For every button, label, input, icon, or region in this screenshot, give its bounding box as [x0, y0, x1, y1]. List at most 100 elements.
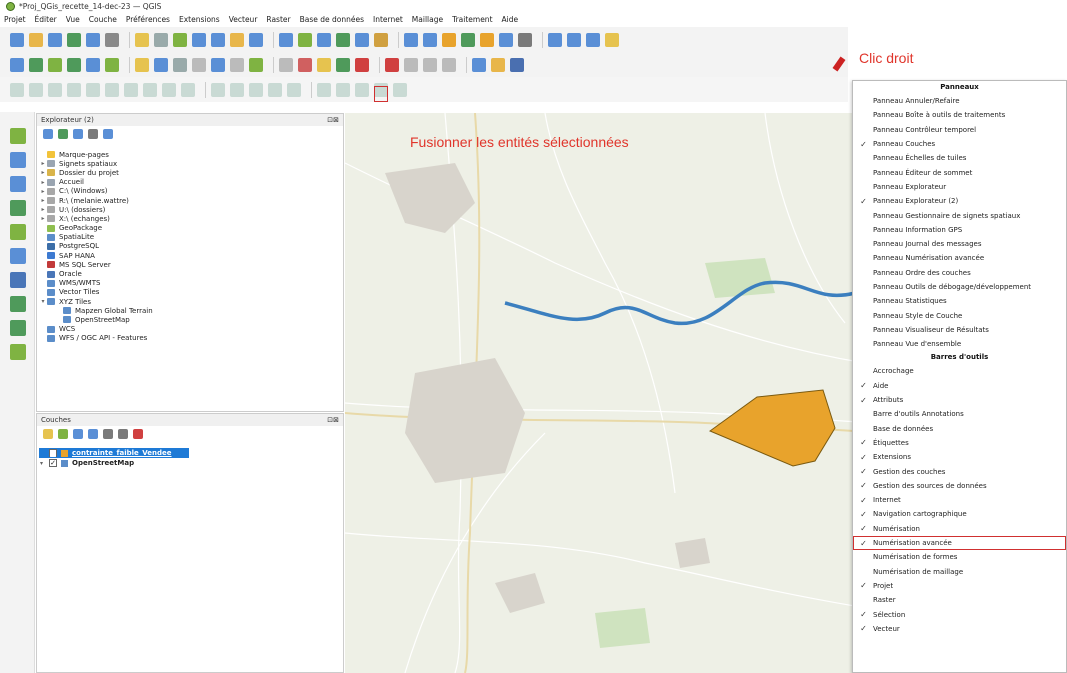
menu-item-5[interactable]: Extensions: [179, 15, 220, 24]
toolbar-button-icon[interactable]: [86, 32, 100, 47]
menu-item-10[interactable]: Maillage: [412, 15, 443, 24]
expand-arrow-icon[interactable]: ▸: [39, 215, 47, 222]
browser-item[interactable]: Oracle: [39, 269, 329, 278]
toolbar-button-icon[interactable]: [268, 82, 282, 97]
browser-item[interactable]: MS SQL Server: [39, 260, 329, 269]
add-vector-layer-icon[interactable]: [10, 128, 26, 144]
menu-checkbox[interactable]: ✓: [859, 624, 868, 633]
toolbar-button-icon[interactable]: [211, 32, 225, 47]
toolbar-button-icon[interactable]: [135, 57, 149, 72]
menu-checkbox[interactable]: ✓: [859, 524, 868, 533]
toolbar-button-icon[interactable]: [143, 82, 157, 97]
toolbar-button-icon[interactable]: [124, 82, 138, 97]
add-postgis-icon[interactable]: [10, 248, 26, 264]
toolbar-button-icon[interactable]: [211, 57, 225, 72]
menu-item-8[interactable]: Base de données: [300, 15, 364, 24]
toolbar-button-icon[interactable]: [442, 57, 456, 72]
toolbar-button-icon[interactable]: [29, 82, 43, 97]
toolbar-button-icon[interactable]: [518, 32, 532, 47]
toolbar-button-icon[interactable]: [336, 32, 350, 47]
menu-toggle-item[interactable]: Accrochage: [853, 364, 1066, 378]
toolbar-button-icon[interactable]: [567, 32, 581, 47]
properties-icon[interactable]: [103, 129, 113, 139]
toolbar-button-icon[interactable]: [86, 57, 100, 72]
menu-toggle-item[interactable]: ✓ Numérisation: [853, 522, 1066, 536]
add-raster-layer-icon[interactable]: [10, 152, 26, 168]
toolbar-button-icon[interactable]: [48, 57, 62, 72]
browser-item[interactable]: ▸ X:\ (echanges): [39, 214, 329, 223]
browser-item[interactable]: Vector Tiles: [39, 288, 329, 297]
toolbar-button-icon[interactable]: [287, 82, 301, 97]
menu-toggle-item[interactable]: ✓ Navigation cartographique: [853, 507, 1066, 521]
toolbar-button-icon[interactable]: [298, 32, 312, 47]
menu-checkbox[interactable]: ✓: [859, 140, 868, 149]
menu-item-11[interactable]: Traitement: [452, 15, 492, 24]
browser-item[interactable]: ▸ U:\ (dossiers): [39, 205, 329, 214]
menu-checkbox[interactable]: ✓: [859, 510, 868, 519]
browser-item[interactable]: ▸ C:\ (Windows): [39, 187, 329, 196]
toolbar-button-icon[interactable]: [105, 32, 119, 47]
toolbar-button-icon[interactable]: [135, 32, 149, 47]
filter-icon[interactable]: [73, 129, 83, 139]
toolbar-button-icon[interactable]: [442, 32, 456, 47]
menu-toggle-item[interactable]: Raster: [853, 593, 1066, 607]
menu-toggle-item[interactable]: ✓ Panneau Couches: [853, 137, 1066, 151]
menu-toggle-item[interactable]: Base de données: [853, 422, 1066, 436]
toolbar-button-icon[interactable]: [393, 82, 407, 97]
expand-arrow-icon[interactable]: ▸: [39, 206, 47, 213]
menu-item-7[interactable]: Raster: [266, 15, 290, 24]
collapse-all-icon[interactable]: [88, 129, 98, 139]
toolbar-button-icon[interactable]: [586, 32, 600, 47]
toolbar-button-icon[interactable]: [374, 32, 388, 47]
menu-toggle-item[interactable]: Barre d'outils Annotations: [853, 407, 1066, 421]
panel-close-icon[interactable]: ⊡⊠: [327, 116, 339, 124]
collapse-all-icon[interactable]: [118, 429, 128, 439]
menu-toggle-item[interactable]: Panneau Journal des messages: [853, 237, 1066, 251]
expand-arrow-icon[interactable]: ▾: [40, 460, 48, 467]
expand-arrow-icon[interactable]: ▸: [39, 160, 47, 167]
menu-toggle-item[interactable]: Numérisation de formes: [853, 550, 1066, 564]
menu-checkbox[interactable]: ✓: [859, 481, 868, 490]
expand-arrow-icon[interactable]: ▸: [39, 179, 47, 186]
menu-toggle-item[interactable]: Numérisation de maillage: [853, 565, 1066, 579]
layer-row-contrainte[interactable]: ✓ contrainte_faible_Vendee: [39, 448, 189, 458]
add-wms-icon[interactable]: [10, 272, 26, 288]
toolbar-button-icon[interactable]: [48, 82, 62, 97]
toolbar-button-icon[interactable]: [298, 57, 312, 72]
browser-item[interactable]: ▸ Accueil: [39, 178, 329, 187]
toolbar-button-icon[interactable]: [317, 32, 331, 47]
expand-arrow-icon[interactable]: ▸: [39, 169, 47, 176]
menu-toggle-item[interactable]: Panneau Contrôleur temporel: [853, 123, 1066, 137]
toolbar-button-icon[interactable]: [29, 57, 43, 72]
toolbar-button-icon[interactable]: [317, 57, 331, 72]
menu-toggle-item[interactable]: Panneau Visualiseur de Résultats: [853, 323, 1066, 337]
toolbar-button-icon[interactable]: [355, 32, 369, 47]
menu-toggle-item[interactable]: ✓ Numérisation avancée: [853, 535, 1066, 551]
toolbar-button-icon[interactable]: [279, 32, 293, 47]
browser-item[interactable]: SpatiaLite: [39, 233, 329, 242]
menu-toggle-item[interactable]: Panneau Outils de débogage/développement: [853, 280, 1066, 294]
add-group-icon[interactable]: [58, 429, 68, 439]
menu-checkbox[interactable]: ✓: [859, 496, 868, 505]
menu-checkbox[interactable]: ✓: [859, 438, 868, 447]
menu-toggle-item[interactable]: Panneau Information GPS: [853, 223, 1066, 237]
toolbar-button-icon[interactable]: [355, 82, 369, 97]
manage-map-themes-icon[interactable]: [73, 429, 83, 439]
toolbar-button-icon[interactable]: [317, 82, 331, 97]
menu-toggle-item[interactable]: ✓ Gestion des sources de données: [853, 479, 1066, 493]
browser-item[interactable]: ▾ XYZ Tiles: [39, 297, 329, 306]
menu-toggle-item[interactable]: Panneau Statistiques: [853, 294, 1066, 308]
toolbar-button-icon[interactable]: [230, 82, 244, 97]
new-layer-icon[interactable]: [10, 344, 26, 360]
panel-close-icon[interactable]: ⊡⊠: [327, 416, 339, 424]
browser-item[interactable]: WFS / OGC API - Features: [39, 334, 329, 343]
toolbar-button-icon[interactable]: [154, 32, 168, 47]
menu-checkbox[interactable]: ✓: [859, 453, 868, 462]
expand-all-icon[interactable]: [103, 429, 113, 439]
toolbar-button-icon[interactable]: [472, 57, 486, 72]
browser-item[interactable]: ▸ R:\ (melanie.wattre): [39, 196, 329, 205]
toolbar-button-icon[interactable]: [86, 82, 100, 97]
browser-item[interactable]: ▸ Signets spatiaux: [39, 159, 329, 168]
toolbar-button-icon[interactable]: [423, 57, 437, 72]
toolbar-button-icon[interactable]: [10, 32, 24, 47]
